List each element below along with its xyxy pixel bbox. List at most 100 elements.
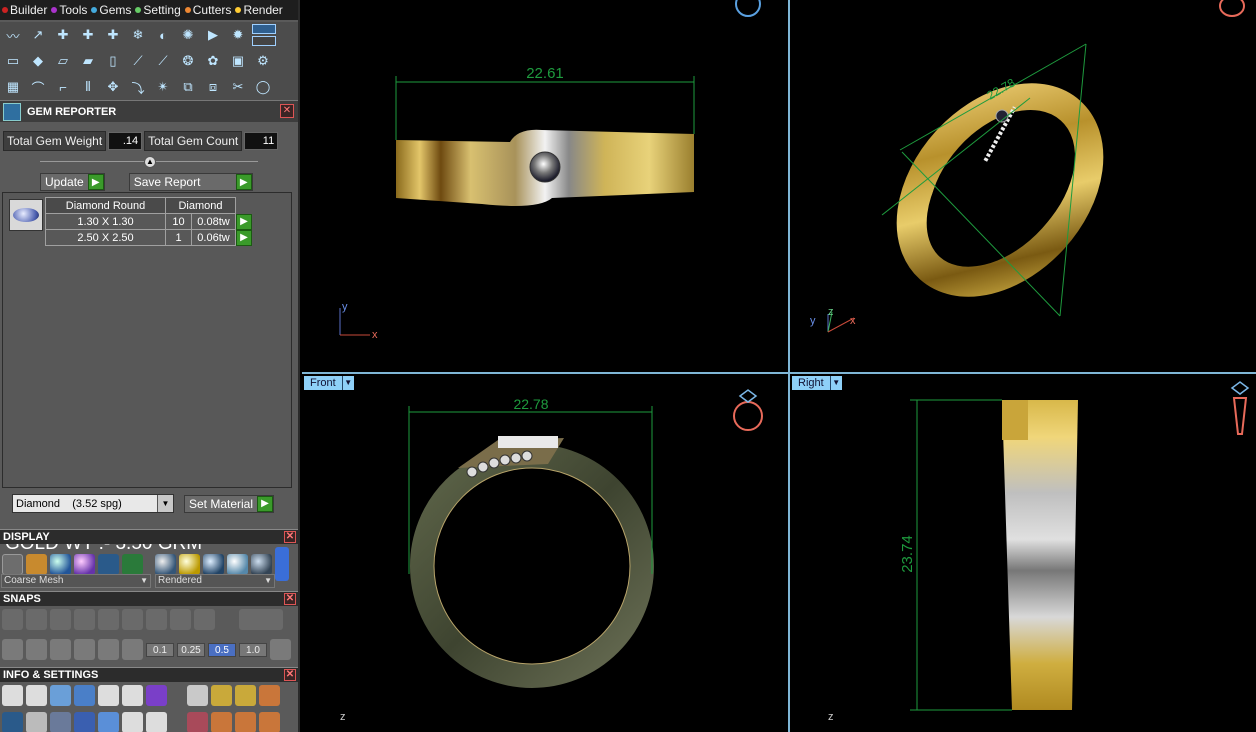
camera-icon[interactable]: ▶ [202,24,224,46]
fillet-icon[interactable]: ⌐ [52,76,74,98]
glossy-sphere-icon[interactable] [227,553,248,575]
sheet-icon[interactable]: ▰ [77,50,99,72]
set-material-button[interactable]: Set Material ▶ [184,494,275,513]
side-view-icon[interactable] [1232,397,1248,435]
zoom-info-icon[interactable] [26,685,47,706]
arc-icon[interactable]: ⌒ [27,76,49,98]
arrow-curve-icon[interactable]: ↗ [27,24,49,46]
tool-a-icon[interactable] [187,712,208,732]
group-icon[interactable]: ⧉ [177,76,199,98]
matte-sphere-icon[interactable] [251,553,272,575]
display-header[interactable]: DISPLAY ✕ [0,529,298,544]
snap-zoom-icon[interactable] [239,609,283,630]
scatter-icon[interactable]: ✴ [152,76,174,98]
info-settings-header[interactable]: INFO & SETTINGS ✕ [0,667,298,682]
tool-c-icon[interactable] [235,712,256,732]
table-row[interactable]: 2.50 X 2.50 1 0.06tw ▶ [45,229,253,246]
right-view-tag[interactable]: Right ▼ [792,376,842,390]
gem-thumbnail[interactable] [9,199,43,231]
menu-gems[interactable]: Gems [91,3,131,17]
report-icon[interactable] [146,712,167,732]
snap-grid-toggle-icon[interactable] [270,639,291,660]
tree-icon[interactable] [50,712,71,732]
sync-alt-icon[interactable] [235,685,256,706]
balloon-icon[interactable]: ◐ [152,24,174,46]
gear-pattern-icon[interactable]: ✺ [177,24,199,46]
menu-tools[interactable]: Tools [51,3,87,17]
tool-b-icon[interactable] [211,712,232,732]
play-arrow-icon[interactable]: ▶ [236,213,252,230]
snap-pen-icon[interactable] [122,639,143,660]
list-icon[interactable] [122,712,143,732]
network-icon[interactable]: ⚙ [252,50,274,72]
snap-perp-icon[interactable] [98,609,119,630]
gold-sphere-icon[interactable] [179,553,200,575]
grid-icon[interactable] [2,553,23,575]
close-icon[interactable]: ✕ [284,593,296,605]
snap-value-1-0[interactable]: 1.0 [239,642,267,657]
snap-value-0-1[interactable]: 0.1 [146,642,174,657]
move-icon[interactable]: ✥ [102,76,124,98]
add-point-icon[interactable]: ✚ [52,24,74,46]
render-mode-select[interactable]: Rendered ▼ [155,574,275,588]
snap-mid-icon[interactable] [170,609,191,630]
snap-intersect-icon[interactable] [50,609,71,630]
shell-icon[interactable]: ❂ [177,50,199,72]
sync-icon[interactable] [211,685,232,706]
snap-cube-icon[interactable] [26,639,47,660]
snap-diag-icon[interactable] [74,639,95,660]
snap-value-0-25[interactable]: 0.25 [177,642,205,657]
save-report-button[interactable]: Save Report ▶ [128,173,253,191]
snap-line-icon[interactable] [50,639,71,660]
play-arrow-icon[interactable]: ▶ [236,229,252,246]
snap-point-icon[interactable] [74,609,95,630]
snaps-header[interactable]: SNAPS ✕ [0,591,298,606]
gold-ring-icon[interactable] [26,553,47,575]
menu-builder[interactable]: Builder [2,3,47,17]
ring-view-icon[interactable] [733,401,763,431]
wireframe-sphere-icon[interactable] [155,553,176,575]
circle-icon[interactable]: ◯ [252,76,274,98]
view-cube-icon[interactable] [735,0,761,17]
mesh-mode-select[interactable]: Coarse Mesh ▼ [1,574,151,588]
material-select[interactable]: Diamond (3.52 spg) ▼ [12,494,174,513]
cubes-icon[interactable]: ▦ [2,76,24,98]
slider-knob-icon[interactable]: ▲ [144,156,156,168]
rotate-icon[interactable]: ⤵ [127,76,149,98]
image-icon[interactable]: ▣ [227,50,249,72]
panel-toggle-icon[interactable] [275,547,289,581]
sphere-icon[interactable] [50,553,71,575]
surface-icon[interactable]: ▭ [2,50,24,72]
offset-icon[interactable]: ⫴ [77,76,99,98]
cog-icon[interactable]: ✹ [227,24,249,46]
close-icon[interactable]: ✕ [284,669,296,681]
snap-end-icon[interactable] [194,609,215,630]
menu-setting[interactable]: Setting [135,3,181,17]
tool-d-icon[interactable] [259,712,280,732]
menu-render[interactable]: Render [235,3,283,17]
mini-toggle-1[interactable] [252,24,276,34]
plane-icon[interactable]: ▱ [52,50,74,72]
diamond-icon[interactable]: ◆ [27,50,49,72]
orbit-icon[interactable] [1219,0,1245,17]
splitter-slider[interactable]: ▲ [40,155,258,169]
snap-center-icon[interactable] [122,609,143,630]
snap-value-0-5[interactable]: 0.5 [208,642,236,657]
insert-node-icon[interactable]: ✚ [102,24,124,46]
mini-toggle-2[interactable] [252,36,276,46]
page-icon[interactable]: ▯ [102,50,124,72]
viewport-front[interactable]: 22.78 z Front ▼ [302,374,788,732]
monitor-icon[interactable] [26,712,47,732]
viewport-right[interactable]: 23.74 z Right ▼ [790,374,1256,732]
close-icon[interactable]: ✕ [284,531,296,543]
document-icon[interactable] [98,685,119,706]
close-icon[interactable]: ✕ [280,104,294,118]
viewport-top[interactable]: 22.61 y x [302,0,788,372]
layers-stack-icon[interactable] [50,685,71,706]
sphere-purple-icon[interactable] [74,553,95,575]
funnel-icon[interactable] [98,712,119,732]
shaded-sphere-icon[interactable] [203,553,224,575]
snap-plane-icon[interactable] [98,639,119,660]
viewport-perspective[interactable]: 22.78 y z x [790,0,1256,372]
snowflake-icon[interactable]: ❄ [127,24,149,46]
